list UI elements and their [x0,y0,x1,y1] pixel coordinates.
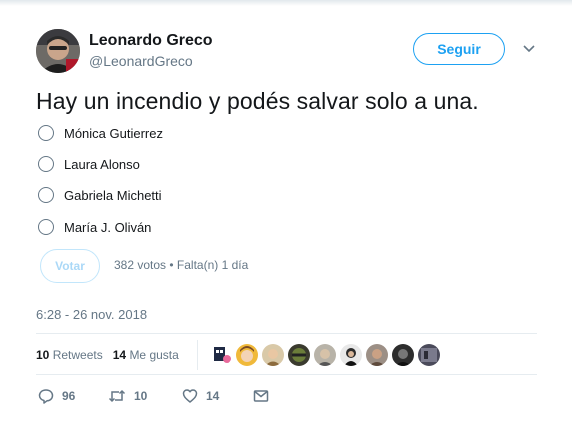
likes-label: Me gusta [129,348,179,362]
likes-count: 14 [112,348,127,362]
tweet-actions: 96 10 14 [0,388,572,408]
liker-avatar[interactable] [288,344,310,366]
poll-option-label: Laura Alonso [64,156,140,172]
reply-button[interactable]: 96 [38,388,75,404]
vote-button[interactable]: Votar [40,249,100,283]
liker-avatar[interactable] [418,344,440,366]
author-avatar[interactable] [36,29,80,73]
poll-option-label: María J. Oliván [64,219,152,235]
poll-meta: 382 votos • Falta(n) 1 día [114,258,249,272]
radio-button[interactable] [38,125,54,141]
poll-option-label: Mónica Gutierrez [64,125,163,141]
retweets-stat[interactable]: 10 Retweets [36,348,103,362]
like-button[interactable]: 14 [182,388,219,404]
liker-avatar[interactable] [340,344,362,366]
likes-stat[interactable]: 14 Me gusta [113,348,179,362]
author-name[interactable]: Leonardo Greco [89,32,213,50]
retweet-icon [108,388,126,404]
tweet-stats: 10 Retweets 14 Me gusta [36,348,179,362]
radio-button[interactable] [38,187,54,203]
stats-separator [197,340,198,370]
radio-button[interactable] [38,156,54,172]
divider [36,374,537,375]
tweet-timestamp[interactable]: 6:28 - 26 nov. 2018 [36,307,147,322]
retweets-count: 10 [36,348,50,362]
poll-option[interactable]: María J. Oliván [36,216,151,238]
liker-avatar[interactable] [236,344,258,366]
poll-option[interactable]: Gabriela Michetti [36,184,162,206]
retweet-button[interactable]: 10 [108,388,147,404]
liker-avatar[interactable] [366,344,388,366]
retweets-label: Retweets [52,348,103,362]
follow-button[interactable]: Seguir [413,33,505,65]
liker-avatar[interactable] [262,344,284,366]
chevron-down-icon[interactable] [521,42,537,56]
poll-option[interactable]: Laura Alonso [36,153,140,175]
liker-avatar[interactable] [210,344,232,366]
envelope-icon [253,388,269,404]
likers-avatars [210,344,444,366]
reply-icon [38,388,54,404]
divider [36,333,537,334]
poll-option[interactable]: Mónica Gutierrez [36,122,163,144]
heart-icon [182,388,198,404]
direct-message-button[interactable] [253,388,269,404]
liker-avatar[interactable] [392,344,414,366]
reply-count: 96 [62,389,76,403]
radio-button[interactable] [38,219,54,235]
retweet-count: 10 [134,389,148,403]
top-shadow [0,0,572,6]
poll-option-label: Gabriela Michetti [64,187,162,203]
author-handle[interactable]: @LeonardGreco [89,53,193,69]
tweet-text: Hay un incendio y podés salvar solo a un… [36,88,479,114]
like-count: 14 [206,389,220,403]
liker-avatar[interactable] [314,344,336,366]
